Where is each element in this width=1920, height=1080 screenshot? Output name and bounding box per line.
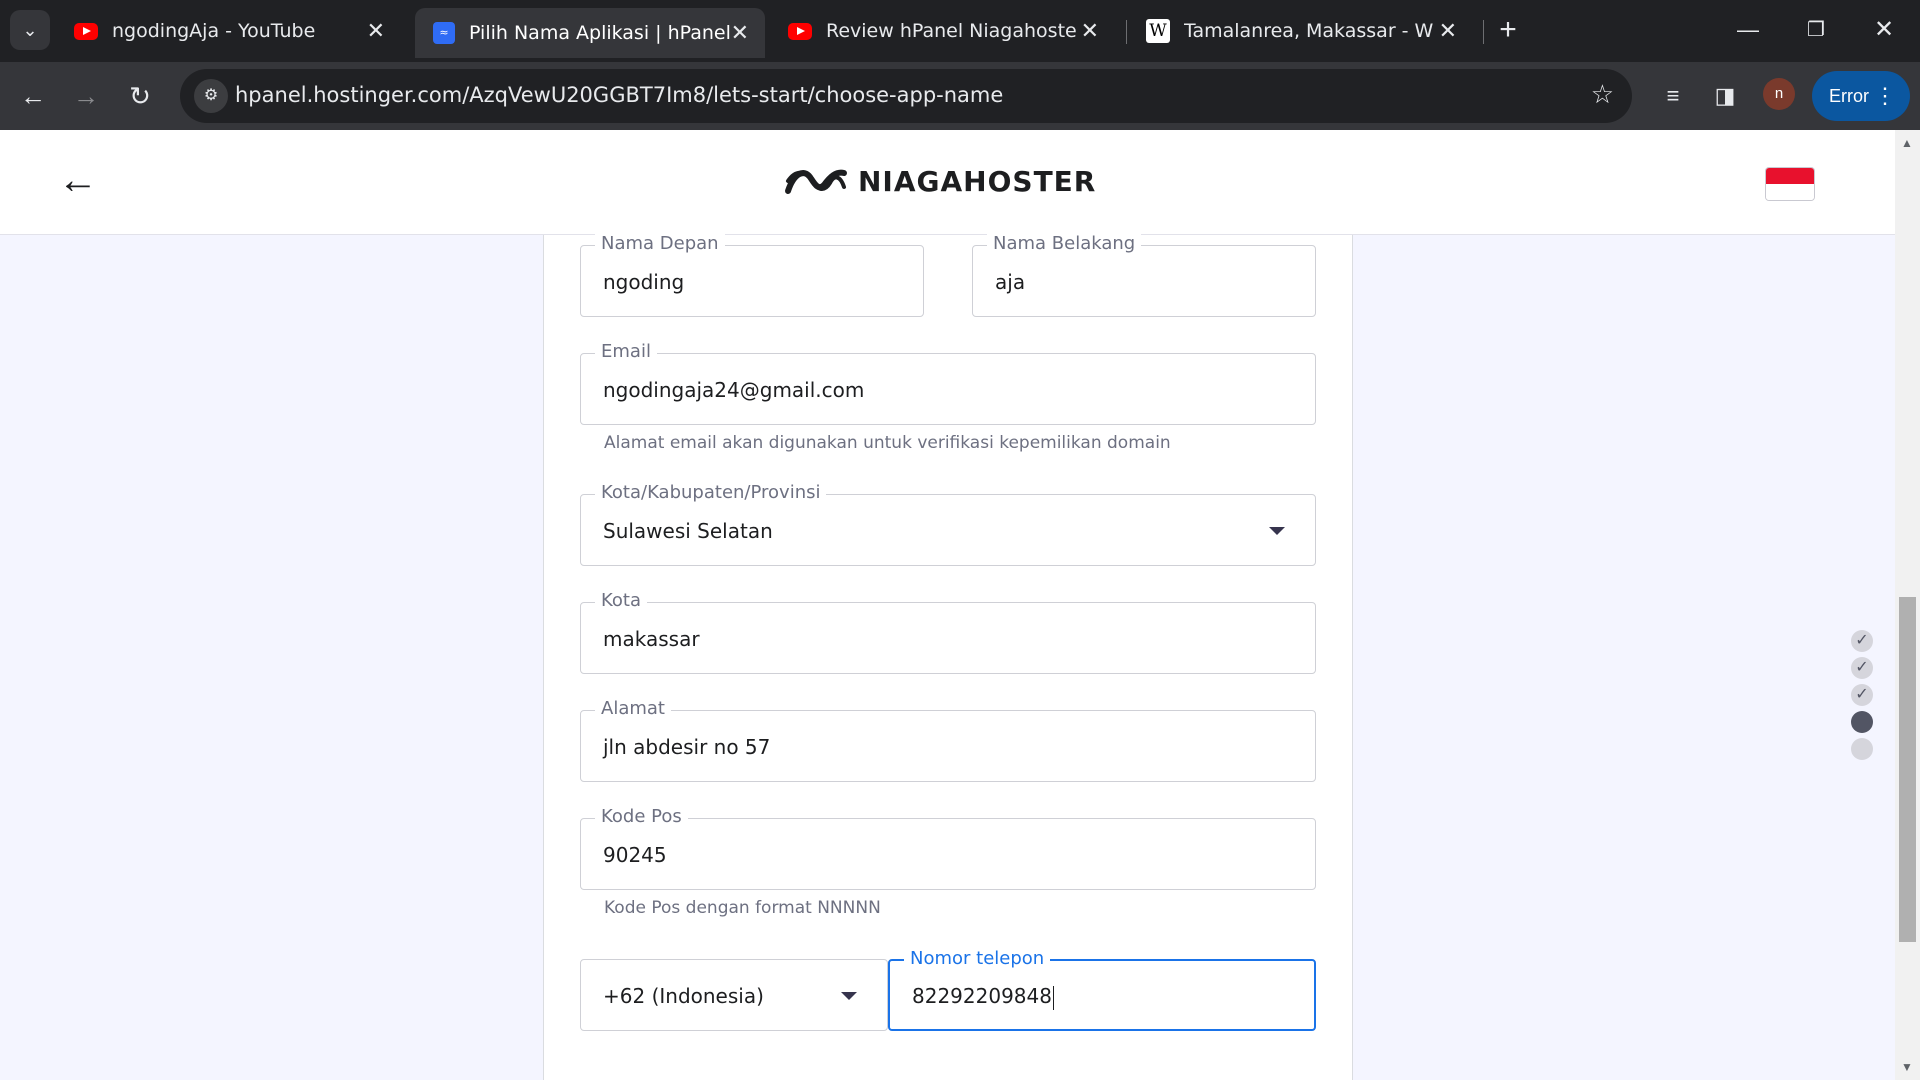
field-value[interactable]: 82292209848 bbox=[912, 984, 1054, 1010]
email-hint: Alamat email akan digunakan untuk verifi… bbox=[604, 433, 1171, 453]
field-value[interactable]: 90245 bbox=[603, 843, 667, 867]
country-code-select[interactable]: +62 (Indonesia) bbox=[580, 959, 888, 1031]
field-label: Nama Belakang bbox=[987, 233, 1142, 254]
tab-title: ngodingAja - YouTube bbox=[112, 20, 316, 42]
tab-review[interactable]: Review hPanel Niagahoster 202 ✕ bbox=[770, 8, 1115, 54]
scroll-down-icon[interactable]: ▼ bbox=[1901, 1060, 1913, 1074]
scroll-up-icon[interactable]: ▲ bbox=[1901, 136, 1913, 150]
browser-chrome: ⌄ ngodingAja - YouTube ✕ ≈ Pilih Nama Ap… bbox=[0, 0, 1920, 130]
province-select[interactable]: Kota/Kabupaten/Provinsi Sulawesi Selatan bbox=[580, 482, 1316, 566]
address-bar[interactable]: ⚙ hpanel.hostinger.com/AzqVewU20GGBT7Im8… bbox=[180, 69, 1632, 123]
field-value[interactable]: jln abdesir no 57 bbox=[603, 735, 770, 759]
tab-wikipedia[interactable]: W Tamalanrea, Makassar - Wikipe ✕ bbox=[1128, 8, 1473, 54]
field-value[interactable]: ngodingaja24@gmail.com bbox=[603, 378, 864, 402]
error-button[interactable]: Error ⋮ bbox=[1812, 71, 1910, 121]
url-text[interactable]: hpanel.hostinger.com/AzqVewU20GGBT7Im8/l… bbox=[235, 83, 1003, 107]
close-tab-icon[interactable]: ✕ bbox=[367, 19, 385, 44]
page-header: ← NIAGAHOSTER bbox=[0, 130, 1895, 235]
field-label: Kode Pos bbox=[595, 806, 688, 827]
site-info-icon[interactable]: ⚙ bbox=[194, 79, 228, 113]
postal-code-field[interactable]: Kode Pos 90245 bbox=[580, 806, 1316, 890]
menu-dots-icon: ⋮ bbox=[1874, 83, 1896, 108]
new-tab-button[interactable]: + bbox=[1490, 12, 1526, 48]
back-arrow-icon[interactable]: ← bbox=[58, 158, 98, 203]
hpanel-icon: ≈ bbox=[433, 22, 455, 44]
last-name-field[interactable]: Nama Belakang aja bbox=[972, 233, 1316, 317]
close-tab-icon[interactable]: ✕ bbox=[1081, 19, 1099, 44]
close-tab-icon[interactable]: ✕ bbox=[731, 21, 749, 46]
dropdown-arrow-icon[interactable] bbox=[841, 992, 857, 1000]
back-icon[interactable]: ← bbox=[15, 78, 51, 114]
tab-hpanel[interactable]: ≈ Pilih Nama Aplikasi | hPanel ✕ bbox=[415, 8, 765, 58]
restore-icon[interactable]: ❐ bbox=[1798, 12, 1834, 48]
indonesia-flag-icon[interactable] bbox=[1766, 168, 1814, 200]
close-tab-icon[interactable]: ✕ bbox=[1439, 19, 1457, 44]
wikipedia-icon: W bbox=[1146, 19, 1170, 43]
youtube-icon bbox=[74, 22, 98, 40]
step-4-current-indicator[interactable] bbox=[1851, 711, 1873, 733]
reload-icon[interactable]: ↻ bbox=[122, 78, 158, 114]
field-label: Email bbox=[595, 341, 657, 362]
phone-value-text: 82292209848 bbox=[912, 984, 1052, 1008]
profile-avatar[interactable]: n bbox=[1763, 78, 1795, 110]
page-viewport: ← NIAGAHOSTER Nama Depan ngoding Nama Be… bbox=[0, 130, 1920, 1080]
scrollbar-thumb[interactable] bbox=[1899, 597, 1916, 942]
postal-code-hint: Kode Pos dengan format NNNNN bbox=[604, 898, 881, 918]
media-control-icon[interactable]: ≡ bbox=[1655, 78, 1691, 114]
field-value[interactable]: makassar bbox=[603, 627, 700, 651]
brand-name: NIAGAHOSTER bbox=[858, 164, 1097, 198]
tab-title: Tamalanrea, Makassar - Wikipe bbox=[1184, 20, 1434, 42]
text-cursor bbox=[1052, 985, 1054, 1010]
page-scrollbar[interactable]: ▲ ▼ bbox=[1895, 130, 1920, 1080]
email-field[interactable]: Email ngodingaja24@gmail.com bbox=[580, 341, 1316, 425]
brand-logo: NIAGAHOSTER bbox=[784, 163, 1096, 199]
dropdown-arrow-icon[interactable] bbox=[1269, 527, 1285, 535]
forward-icon[interactable]: → bbox=[68, 78, 104, 114]
field-value[interactable]: ngoding bbox=[603, 270, 684, 294]
niagahoster-logo-icon bbox=[785, 169, 847, 194]
browser-toolbar: ← → ↻ ⚙ hpanel.hostinger.com/AzqVewU20GG… bbox=[0, 62, 1920, 130]
field-value[interactable]: aja bbox=[995, 270, 1025, 294]
field-label: Nomor telepon bbox=[904, 948, 1051, 969]
bookmark-star-icon[interactable]: ☆ bbox=[1591, 79, 1614, 110]
tab-title: Review hPanel Niagahoster 202 bbox=[826, 20, 1076, 42]
youtube-icon bbox=[788, 22, 812, 40]
field-label: Nama Depan bbox=[595, 233, 725, 254]
first-name-field[interactable]: Nama Depan ngoding bbox=[580, 233, 924, 317]
city-field[interactable]: Kota makassar bbox=[580, 590, 1316, 674]
step-5-pending-indicator[interactable] bbox=[1851, 738, 1873, 760]
tab-title: Pilih Nama Aplikasi | hPanel bbox=[469, 22, 731, 44]
field-value: +62 (Indonesia) bbox=[603, 984, 764, 1008]
tab-search-button[interactable]: ⌄ bbox=[10, 10, 50, 50]
step-1-done-icon[interactable]: ✓ bbox=[1851, 630, 1873, 652]
phone-number-field[interactable]: Nomor telepon 82292209848 bbox=[888, 948, 1316, 1031]
minimize-icon[interactable]: — bbox=[1730, 12, 1766, 48]
field-value: Sulawesi Selatan bbox=[603, 519, 773, 543]
close-window-icon[interactable]: ✕ bbox=[1866, 12, 1902, 48]
field-label: Alamat bbox=[595, 698, 671, 719]
address-field[interactable]: Alamat jln abdesir no 57 bbox=[580, 698, 1316, 782]
error-label: Error bbox=[1829, 86, 1869, 106]
tab-youtube[interactable]: ngodingAja - YouTube ✕ bbox=[56, 8, 401, 54]
field-label: Kota bbox=[595, 590, 648, 611]
side-panel-icon[interactable]: ◨ bbox=[1707, 78, 1743, 114]
step-2-done-icon[interactable]: ✓ bbox=[1851, 657, 1873, 679]
step-3-done-icon[interactable]: ✓ bbox=[1851, 684, 1873, 706]
field-label: Kota/Kabupaten/Provinsi bbox=[595, 482, 827, 503]
